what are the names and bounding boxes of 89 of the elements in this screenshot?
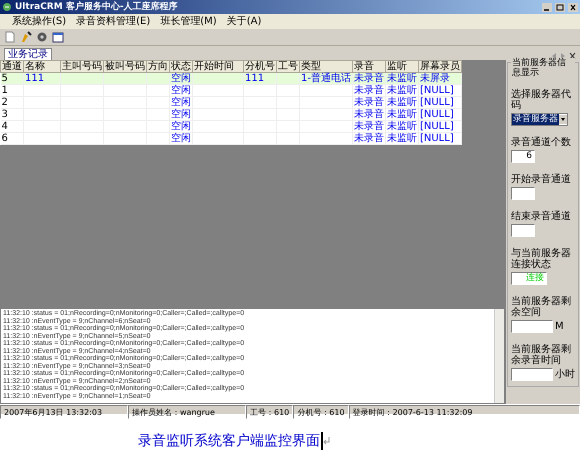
column-header[interactable]: 屏幕录员 <box>418 60 462 72</box>
column-header[interactable]: 主叫号码 <box>60 60 104 72</box>
table-cell: 未录音 <box>352 120 386 132</box>
window-title: UltraCRM 客户服务中心-人工座席程序 <box>15 2 179 12</box>
table-cell: 2 <box>0 96 24 108</box>
table-cell: 未监听 <box>385 84 418 96</box>
table-cell: [NULL] <box>418 132 462 144</box>
scrollbar[interactable] <box>494 309 504 403</box>
status-text: 操作员姓名：wangrue <box>128 405 246 419</box>
table-cell: 未屏录 <box>418 72 462 84</box>
dropdown-arrow-icon <box>559 115 567 124</box>
table-cell: 未监听 <box>385 72 418 84</box>
column-header[interactable]: 通道 <box>0 60 24 72</box>
return-mark-icon <box>323 437 330 445</box>
column-header[interactable]: 录音 <box>352 60 386 72</box>
column-header[interactable]: 分机号 <box>244 60 276 72</box>
table-cell: 未监听 <box>385 96 418 108</box>
menu-item[interactable]: 系统操作(S) <box>12 16 66 27</box>
menu-item[interactable]: 班长管理(M) <box>160 16 217 27</box>
menu-item[interactable]: 关于(A) <box>226 16 262 27</box>
table-cell: 5 <box>0 72 24 84</box>
table-cell: 未监听 <box>385 132 418 144</box>
input-field[interactable] <box>511 224 535 237</box>
table-cell: 未录音 <box>352 108 386 120</box>
field-label: 选择服务器代码 <box>511 89 572 111</box>
app-icon <box>2 2 12 12</box>
field-label: 当前服务器剩余空间 <box>511 296 572 318</box>
table-row[interactable]: 5 111 空闲 111 1-普通电话 未录音 未监听 未屏录 <box>0 72 462 84</box>
table-cell: [NULL] <box>418 96 462 108</box>
field-label: 录音通道个数 <box>511 137 571 148</box>
field-label: 开始录音通道 <box>511 174 571 185</box>
document-icon[interactable] <box>4 31 16 43</box>
table-cell: [NULL] <box>418 84 462 96</box>
table-cell: 6 <box>0 132 24 144</box>
field-label: 与当前服务器连接状态 <box>511 248 572 270</box>
table-cell: 1-普通电话 <box>300 72 352 84</box>
table-cell: 空闲 <box>170 132 192 144</box>
menu-item[interactable]: 录音资料管理(E) <box>76 16 150 27</box>
panel-title: 当前服务器信息显示 <box>511 58 575 78</box>
table-cell: 未监听 <box>385 120 418 132</box>
table-cell: 未录音 <box>352 96 386 108</box>
table-cell: 空闲 <box>170 120 192 132</box>
input-field[interactable] <box>511 320 553 333</box>
table-row[interactable]: 2 空闲 未录音 未监听 [NULL] <box>0 96 462 108</box>
maximize-icon[interactable] <box>555 2 565 12</box>
column-header[interactable]: 状态 <box>170 60 192 72</box>
gear-icon[interactable] <box>36 31 48 43</box>
close-icon[interactable] <box>568 2 578 12</box>
column-header[interactable]: 监听 <box>385 60 418 72</box>
input-field[interactable]: 6 <box>511 150 535 163</box>
status-text: 2007年6月13日 13:32:03 <box>0 405 128 419</box>
table-cell: 空闲 <box>170 108 192 120</box>
table-cell: 4 <box>0 120 24 132</box>
pen-icon[interactable] <box>20 31 32 43</box>
table-row[interactable]: 4 空闲 未录音 未监听 [NULL] <box>0 120 462 132</box>
table-cell: 未录音 <box>352 84 386 96</box>
column-header[interactable]: 方向 <box>146 60 170 72</box>
field-label: 结束录音通道 <box>511 211 571 222</box>
minimize-icon[interactable] <box>542 2 552 12</box>
close-icon[interactable] <box>569 52 576 60</box>
table-cell: 空闲 <box>170 84 192 96</box>
column-header[interactable]: 工号 <box>276 60 300 72</box>
status-field: 连接 <box>511 272 547 285</box>
tab[interactable]: 业务记录 <box>4 48 52 60</box>
unit-label: M <box>555 321 564 332</box>
column-header[interactable]: 名称 <box>24 60 60 72</box>
column-header[interactable]: 开始时间 <box>192 60 244 72</box>
table-cell: 1 <box>0 84 24 96</box>
table-cell: 未监听 <box>385 108 418 120</box>
table-cell: [NULL] <box>418 120 462 132</box>
table-row[interactable]: 1 空闲 未录音 未监听 [NULL] <box>0 84 462 96</box>
table-row[interactable]: 6 空闲 未录音 未监听 [NULL] <box>0 132 462 144</box>
table-row[interactable]: 3 空闲 未录音 未监听 [NULL] <box>0 108 462 120</box>
column-header[interactable]: 被叫号码 <box>104 60 146 72</box>
column-header[interactable]: 类型 <box>300 60 352 72</box>
caption-text: 录音监听系统客户端监控界面 <box>138 432 323 450</box>
status-text: 登录时间：2007-6-13 11:32:09 <box>348 405 580 419</box>
server-dropdown[interactable]: 录音服务器 <box>511 113 568 126</box>
input-field[interactable] <box>511 187 535 200</box>
table-cell: 空闲 <box>170 96 192 108</box>
table-cell: [NULL] <box>418 108 462 120</box>
unit-label: 小时 <box>555 369 575 380</box>
table-cell: 未录音 <box>352 132 386 144</box>
field-label: 当前服务器剩余录音时间 <box>511 344 572 366</box>
status-text: 工号：610 <box>246 405 294 419</box>
window-icon[interactable] <box>52 31 64 43</box>
table-cell: 3 <box>0 108 24 120</box>
status-text: 分机号：610 <box>293 405 349 419</box>
input-field[interactable] <box>511 368 553 381</box>
